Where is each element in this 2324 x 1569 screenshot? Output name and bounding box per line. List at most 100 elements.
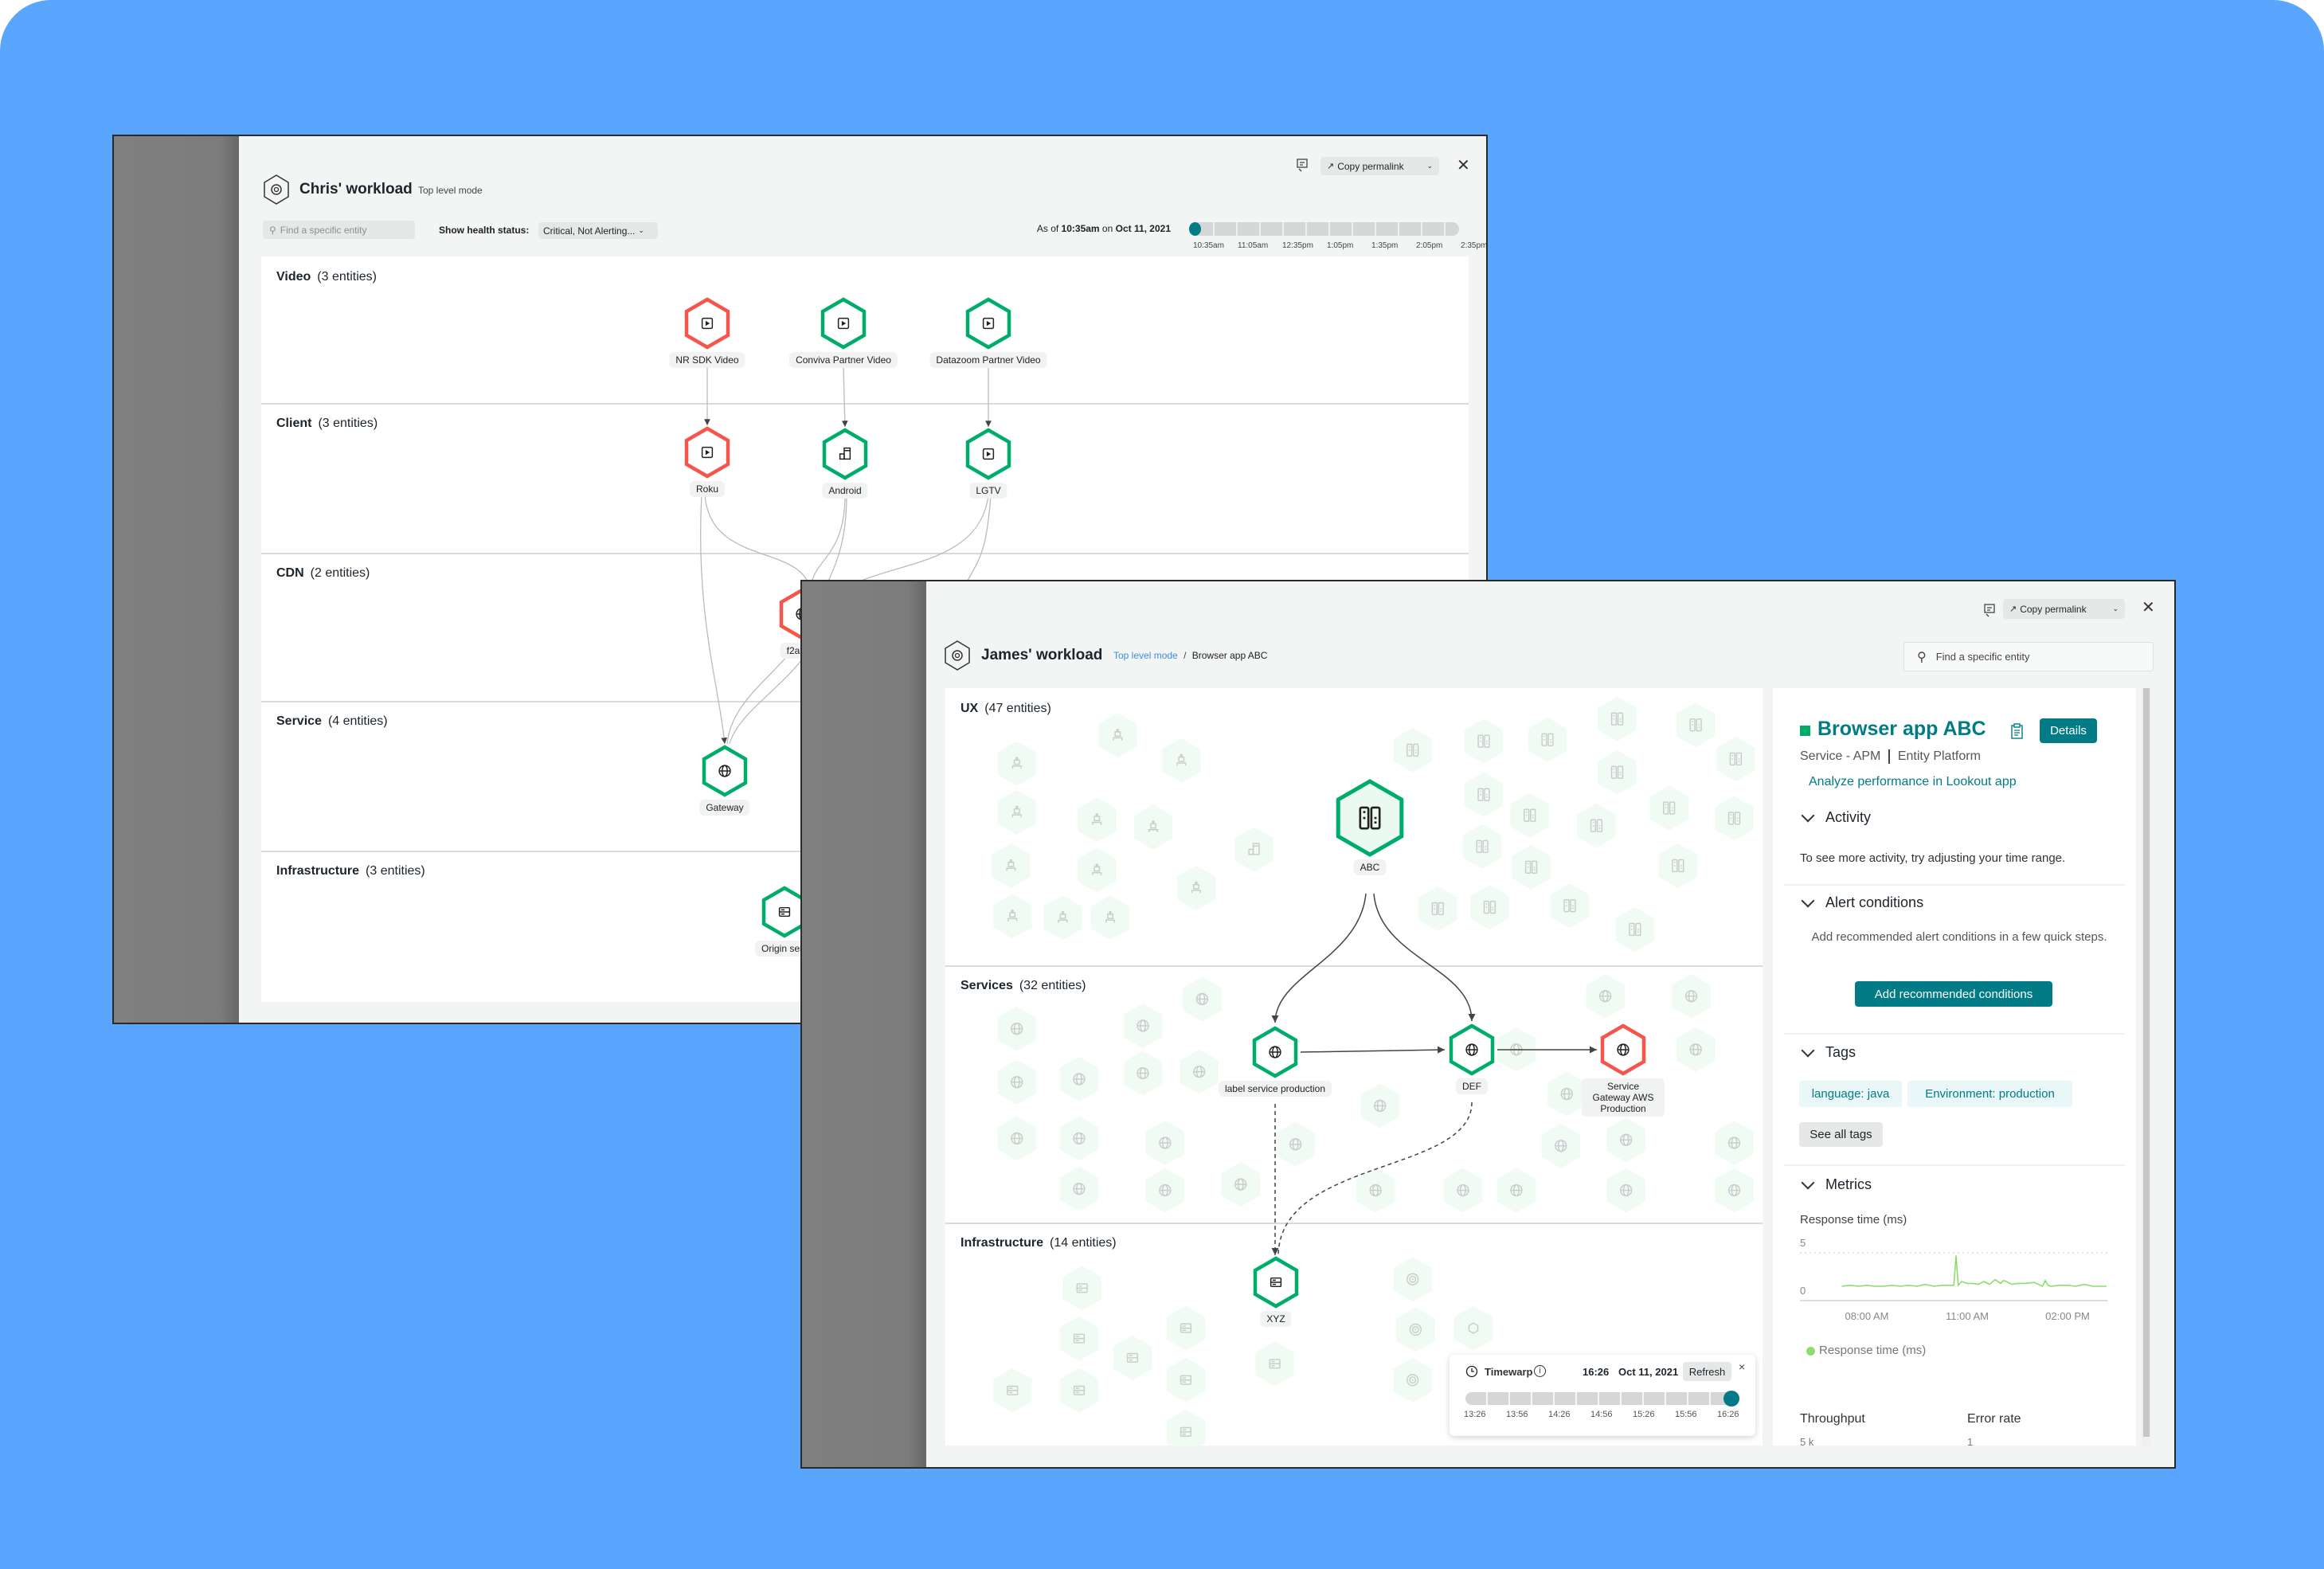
tag-chip[interactable]: Environment: production	[1907, 1081, 2072, 1107]
faded-entity-node[interactable]	[1396, 1307, 1435, 1352]
slider-handle[interactable]	[1189, 222, 1201, 236]
faded-entity-node[interactable]	[1547, 1071, 1587, 1117]
details-button[interactable]: Details	[2040, 718, 2097, 743]
faded-entity-node[interactable]	[1393, 727, 1432, 773]
faded-entity-node[interactable]	[1586, 973, 1625, 1019]
refresh-button[interactable]: Refresh	[1683, 1362, 1731, 1381]
faded-entity-node[interactable]	[1577, 803, 1616, 848]
faded-entity-node[interactable]	[1123, 1004, 1163, 1048]
faded-entity-node[interactable]	[1716, 737, 1755, 781]
faded-entity-node[interactable]	[1649, 785, 1688, 831]
faded-entity-node[interactable]	[1162, 738, 1201, 783]
faded-entity-node[interactable]	[1541, 1123, 1581, 1168]
alert-conditions-heading[interactable]: Alert conditions	[1825, 894, 1923, 911]
faded-entity-node[interactable]	[1443, 1168, 1483, 1213]
metrics-heading[interactable]: Metrics	[1825, 1176, 1872, 1193]
entity-node[interactable]	[820, 297, 867, 350]
faded-entity-node[interactable]	[1676, 702, 1716, 748]
entity-node[interactable]	[965, 428, 1011, 480]
faded-entity-node[interactable]	[1393, 1357, 1432, 1403]
faded-entity-node[interactable]	[1512, 844, 1551, 890]
tag-chip[interactable]: language: java	[1799, 1081, 1902, 1107]
timewarp-close-icon[interactable]: ×	[1739, 1360, 1745, 1373]
entity-node[interactable]	[684, 297, 730, 350]
faded-entity-node[interactable]	[1062, 1266, 1101, 1311]
entity-node[interactable]	[1253, 1256, 1299, 1309]
faded-entity-node[interactable]	[1145, 1121, 1185, 1165]
tags-heading[interactable]: Tags	[1825, 1044, 1856, 1061]
faded-entity-node[interactable]	[1598, 749, 1637, 795]
search-input[interactable]: ⚲ Find a specific entity	[1903, 642, 2154, 671]
activity-heading[interactable]: Activity	[1825, 809, 1871, 826]
faded-entity-node[interactable]	[1059, 1367, 1099, 1413]
faded-entity-node[interactable]	[1715, 796, 1754, 841]
faded-entity-node[interactable]	[1360, 1083, 1400, 1129]
faded-entity-node[interactable]	[1221, 1162, 1261, 1207]
faded-entity-node[interactable]	[1606, 1168, 1645, 1213]
faded-entity-node[interactable]	[1276, 1121, 1315, 1167]
faded-entity-node[interactable]	[1715, 1121, 1754, 1165]
time-slider[interactable]	[1191, 222, 1459, 236]
faded-entity-node[interactable]	[1059, 1166, 1099, 1211]
chevron-down-icon[interactable]	[1801, 808, 1815, 823]
entity-node-label[interactable]: NR SDK Video	[669, 352, 745, 368]
entity-node[interactable]	[761, 886, 808, 938]
faded-entity-node[interactable]	[1166, 1305, 1206, 1351]
faded-entity-node[interactable]	[997, 1059, 1037, 1105]
faded-entity-node[interactable]	[1658, 843, 1698, 888]
timewarp-slider[interactable]	[1465, 1392, 1739, 1405]
entity-node-label[interactable]: LGTV	[969, 483, 1007, 499]
faded-entity-node[interactable]	[1098, 713, 1137, 758]
faded-entity-node[interactable]	[1183, 976, 1222, 1022]
entity-node-label[interactable]: Android	[822, 483, 868, 499]
faded-entity-node[interactable]	[1615, 907, 1655, 952]
entity-node[interactable]	[1336, 779, 1404, 857]
faded-entity-node[interactable]	[1078, 797, 1117, 843]
entity-node-label[interactable]: Conviva Partner Video	[789, 352, 898, 368]
faded-entity-node[interactable]	[1393, 1257, 1432, 1302]
faded-entity-node[interactable]	[992, 843, 1031, 888]
faded-entity-node[interactable]	[1453, 1305, 1493, 1351]
faded-entity-node[interactable]	[1462, 824, 1502, 869]
faded-entity-node[interactable]	[1676, 1027, 1716, 1072]
faded-entity-node[interactable]	[1418, 886, 1457, 931]
feedback-icon[interactable]	[1296, 158, 1309, 172]
faded-entity-node[interactable]	[1464, 718, 1504, 764]
faded-entity-node[interactable]	[1715, 1168, 1754, 1213]
faded-entity-node[interactable]	[1059, 1316, 1099, 1361]
faded-entity-node[interactable]	[1598, 696, 1637, 741]
faded-entity-node[interactable]	[997, 1116, 1037, 1161]
faded-entity-node[interactable]	[1166, 1357, 1206, 1403]
faded-entity-node[interactable]	[1113, 1335, 1152, 1380]
chevron-down-icon[interactable]	[1801, 894, 1815, 908]
faded-entity-node[interactable]	[1176, 865, 1216, 910]
faded-entity-node[interactable]	[1528, 717, 1567, 762]
faded-entity-node[interactable]	[1059, 1056, 1099, 1101]
chevron-down-icon[interactable]	[1801, 1176, 1815, 1190]
faded-entity-node[interactable]	[1470, 885, 1509, 930]
entity-node[interactable]	[965, 297, 1011, 350]
faded-entity-node[interactable]	[1180, 1049, 1219, 1094]
faded-entity-node[interactable]	[997, 790, 1037, 835]
chevron-down-icon[interactable]	[1801, 1043, 1815, 1058]
entity-node[interactable]	[1252, 1026, 1298, 1078]
faded-entity-node[interactable]	[1078, 847, 1117, 893]
faded-entity-node[interactable]	[1510, 792, 1549, 838]
entity-node-label[interactable]: ABC	[1353, 859, 1387, 875]
entity-node-label[interactable]: XYZ	[1260, 1311, 1292, 1327]
faded-entity-node[interactable]	[993, 894, 1032, 939]
faded-entity-node[interactable]	[1497, 1168, 1536, 1213]
entity-node[interactable]	[1449, 1023, 1495, 1076]
faded-entity-node[interactable]	[997, 1006, 1037, 1051]
faded-entity-node[interactable]	[1145, 1168, 1185, 1213]
entity-node[interactable]	[684, 426, 730, 479]
faded-entity-node[interactable]	[1550, 883, 1590, 929]
close-icon[interactable]: ✕	[2142, 597, 2155, 617]
breadcrumb-link[interactable]: Top level mode	[1113, 650, 1178, 661]
faded-entity-node[interactable]	[1234, 827, 1274, 872]
search-input[interactable]: ⚲ Find a specific entity	[263, 221, 415, 239]
timewarp-slider-handle[interactable]	[1723, 1391, 1739, 1407]
faded-entity-node[interactable]	[997, 741, 1037, 786]
info-icon[interactable]: i	[1534, 1365, 1546, 1377]
entity-node[interactable]	[822, 428, 868, 480]
